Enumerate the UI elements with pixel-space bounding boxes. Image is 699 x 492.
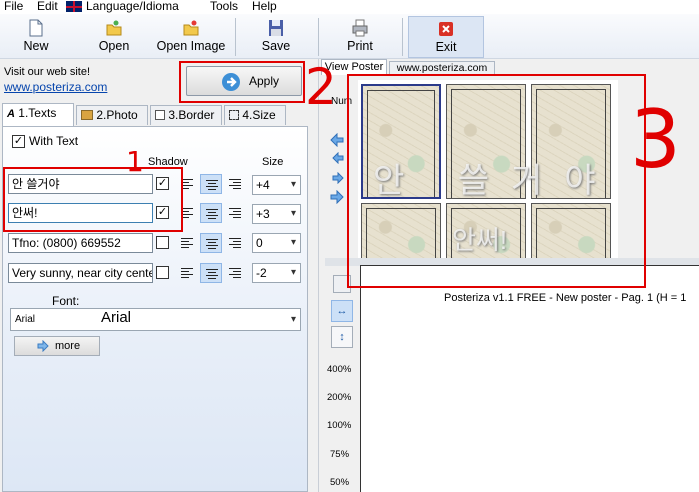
shadow-3-checkbox[interactable] xyxy=(156,236,169,249)
align-right-2-button[interactable] xyxy=(224,203,246,223)
zoom-50[interactable]: 50% xyxy=(330,477,349,488)
annotation-number-3: 3 xyxy=(630,93,681,186)
open-folder-icon xyxy=(106,20,122,36)
menu-tools[interactable]: Tools xyxy=(210,0,238,13)
align-left-4-button[interactable] xyxy=(176,263,198,283)
align-center-2-button[interactable] xyxy=(200,203,222,223)
tab-size[interactable]: 4.Size xyxy=(224,105,286,125)
tab-website[interactable]: www.posteriza.com xyxy=(389,61,495,75)
shadow-4-checkbox[interactable] xyxy=(156,266,169,279)
tab-photo-label: 2.Photo xyxy=(96,108,138,122)
font-select[interactable]: Arial Arial ▾ xyxy=(10,308,301,331)
save-button[interactable]: Save xyxy=(246,16,306,58)
align-center-4-button[interactable] xyxy=(200,263,222,283)
font-preview: Arial xyxy=(101,309,132,326)
zoom-100[interactable]: 100% xyxy=(327,420,351,431)
border-tab-icon xyxy=(155,110,165,120)
new-label: New xyxy=(23,39,49,53)
visit-text: Visit our web site! xyxy=(4,66,91,78)
print-label: Print xyxy=(347,39,373,53)
menu-language[interactable]: Language/Idioma xyxy=(86,0,179,13)
annotation-box-3 xyxy=(347,74,646,288)
size-2-value: +3 xyxy=(256,207,270,221)
zoom-200[interactable]: 200% xyxy=(327,392,351,403)
fit-height-icon[interactable]: ↕ xyxy=(331,326,353,348)
new-document-icon xyxy=(29,19,43,37)
size-tab-icon xyxy=(229,110,239,120)
menu-edit[interactable]: Edit xyxy=(37,0,58,13)
chevron-down-icon: ▾ xyxy=(290,237,296,248)
align-left-3-button[interactable] xyxy=(176,233,198,253)
exit-label: Exit xyxy=(435,40,457,54)
preview-status: Posteriza v1.1 FREE - New poster - Pag. … xyxy=(444,292,687,304)
tab-border-label: 3.Border xyxy=(168,108,215,122)
size-3-value: 0 xyxy=(256,236,263,250)
font-label: Font: xyxy=(52,294,80,308)
toolbar-separator xyxy=(402,18,403,56)
more-label: more xyxy=(55,340,81,352)
exit-button[interactable]: Exit xyxy=(408,16,484,58)
menu-file[interactable]: File xyxy=(4,0,23,13)
with-text-label: With Text xyxy=(29,134,79,148)
toolbar-separator xyxy=(318,18,319,56)
tab-photo[interactable]: 2.Photo xyxy=(76,105,148,125)
annotation-box-2 xyxy=(179,61,305,103)
align-right-1-button[interactable] xyxy=(224,174,246,194)
printer-icon xyxy=(352,19,368,37)
font-name: Arial xyxy=(15,314,36,325)
menu-bar: File Edit Language/Idioma Tools Help xyxy=(0,0,699,14)
size-4-select[interactable]: -2 ▾ xyxy=(252,263,301,283)
chevron-down-icon: ▾ xyxy=(290,314,296,325)
open-image-label: Open Image xyxy=(156,39,226,53)
zoom-75[interactable]: 75% xyxy=(330,449,349,460)
tab-border[interactable]: 3.Border xyxy=(150,105,222,125)
align-right-4-button[interactable] xyxy=(224,263,246,283)
open-label: Open xyxy=(98,39,130,53)
menu-help[interactable]: Help xyxy=(252,0,277,13)
website-link[interactable]: www.posteriza.com xyxy=(4,80,107,94)
align-center-1-button[interactable] xyxy=(200,174,222,194)
zoom-400[interactable]: 400% xyxy=(327,364,351,375)
exit-x-icon xyxy=(439,22,453,36)
size-1-value: +4 xyxy=(256,178,270,192)
open-button[interactable]: Open xyxy=(86,16,142,58)
text-tab-icon: A xyxy=(7,108,15,120)
open-image-button[interactable]: Open Image xyxy=(152,16,230,58)
size-1-select[interactable]: +4 ▾ xyxy=(252,175,301,195)
chevron-down-icon: ▾ xyxy=(290,208,296,219)
chevron-down-icon: ▾ xyxy=(290,179,296,190)
more-button[interactable]: more xyxy=(14,336,100,356)
toolbar: New Open Open Image Save Print Exit xyxy=(0,14,699,59)
floppy-disk-icon xyxy=(269,20,283,36)
arrow-right-icon[interactable] xyxy=(332,172,344,184)
size-2-select[interactable]: +3 ▾ xyxy=(252,204,301,224)
tab-size-label: 4.Size xyxy=(242,108,276,122)
new-button[interactable]: New xyxy=(8,16,64,58)
arrow-right-icon xyxy=(37,340,49,352)
arrow-left-double-icon[interactable] xyxy=(330,133,344,147)
chevron-down-icon: ▾ xyxy=(290,267,296,278)
annotation-box-1 xyxy=(3,167,183,232)
tab-texts-label: 1.Texts xyxy=(18,106,57,120)
size-3-select[interactable]: 0 ▾ xyxy=(252,233,301,253)
arrow-left-icon[interactable] xyxy=(332,152,344,164)
print-button[interactable]: Print xyxy=(330,16,390,58)
open-image-icon xyxy=(183,20,199,36)
arrow-right-double-icon[interactable] xyxy=(330,190,344,204)
tab-texts[interactable]: A 1.Texts xyxy=(2,103,74,126)
annotation-number-2: 2 xyxy=(305,58,337,116)
text-line-4-input[interactable]: Very sunny, near city center xyxy=(8,263,153,283)
photo-tab-icon xyxy=(81,110,93,120)
uk-flag-icon xyxy=(66,1,82,12)
toolbar-separator xyxy=(235,18,236,56)
annotation-number-1: 1 xyxy=(126,145,144,178)
save-label: Save xyxy=(261,39,291,53)
align-right-3-button[interactable] xyxy=(224,233,246,253)
fit-width-icon[interactable]: ↔ xyxy=(331,300,353,322)
align-center-3-button[interactable] xyxy=(200,233,222,253)
text-line-3-input[interactable]: Tfno: (0800) 669552 xyxy=(8,233,153,253)
size-4-value: -2 xyxy=(256,266,267,280)
with-text-checkbox[interactable]: ✓ xyxy=(12,135,25,148)
size-header: Size xyxy=(262,156,284,168)
